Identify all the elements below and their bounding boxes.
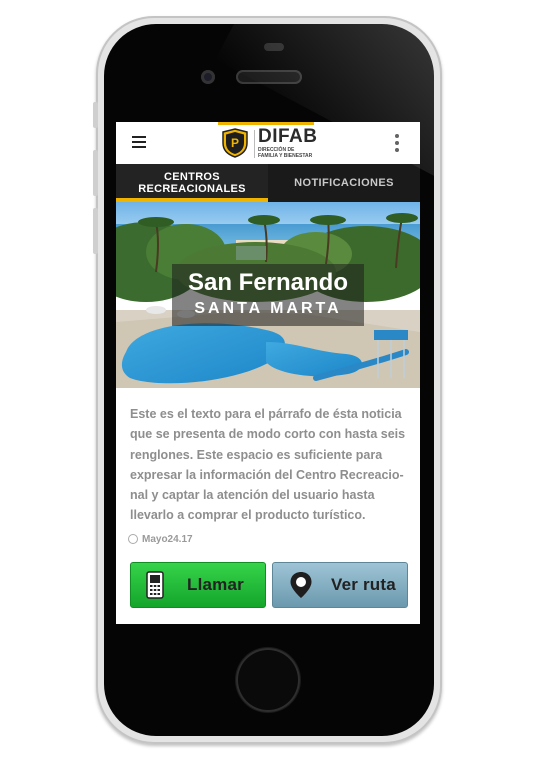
volume-up-button [93, 150, 98, 196]
logo-divider [254, 130, 255, 158]
tab-centros-label: CENTROS RECREACIONALES [138, 171, 246, 195]
description-line: expresar la información del Centro Recre… [130, 467, 404, 482]
hero-image[interactable]: San Fernando SANTA MARTA [116, 202, 420, 388]
phone-icon [146, 571, 164, 599]
call-button-label: Llamar [187, 575, 244, 594]
tab-centros-recreacionales[interactable]: CENTROS RECREACIONALES [116, 164, 268, 202]
tab-notificaciones[interactable]: NOTIFICACIONES [268, 177, 420, 189]
date-text: Mayo24.17 [142, 534, 193, 545]
description-line: que se presenta de modo corto con hasta … [130, 427, 406, 442]
tab-bar: CENTROS RECREACIONALES NOTIFICACIONES [116, 164, 420, 202]
earpiece-speaker [236, 70, 302, 84]
app-header: P DIFAB DIRECCIÓN DE FAMILIA Y BIENESTAR [116, 122, 420, 164]
hamburger-icon[interactable] [132, 136, 146, 148]
app-screen: P DIFAB DIRECCIÓN DE FAMILIA Y BIENESTAR… [116, 122, 420, 624]
article-description: Este es el texto para el párrafo de ésta… [130, 404, 406, 526]
route-button[interactable]: Ver ruta [272, 562, 408, 608]
shield-letter: P [231, 136, 239, 150]
description-line: renglones. Este espacio es suficiente pa… [130, 447, 383, 462]
article-date: Mayo24.17 [128, 534, 193, 545]
logo-subtitle: DIRECCIÓN DE FAMILIA Y BIENESTAR [258, 147, 313, 159]
hero-caption-box: San Fernando SANTA MARTA [172, 264, 364, 326]
volume-down-button [93, 208, 98, 254]
logo-accent-bar [218, 122, 314, 125]
call-button[interactable]: Llamar [130, 562, 266, 608]
front-camera [201, 70, 215, 84]
home-button[interactable] [236, 648, 300, 712]
kebab-icon[interactable] [395, 134, 399, 152]
map-pin-icon [290, 572, 312, 598]
hero-subtitle: SANTA MARTA [194, 300, 342, 317]
proximity-sensor [264, 43, 284, 51]
clock-icon [128, 534, 138, 545]
description-line: Este es el texto para el párrafo de ésta… [130, 407, 402, 421]
route-button-label: Ver ruta [331, 575, 396, 594]
hero-title: San Fernando [187, 269, 349, 296]
difab-logo: P DIFAB DIRECCIÓN DE FAMILIA Y BIENESTAR [218, 122, 317, 164]
mute-switch [93, 102, 98, 128]
shield-emblem-icon: P [222, 128, 248, 158]
description-line: nal y captar la atención del usuario has… [130, 488, 375, 503]
logo-title: DIFAB [258, 126, 318, 147]
description-line: llevarlo a comprar el producto turístico… [130, 508, 366, 523]
